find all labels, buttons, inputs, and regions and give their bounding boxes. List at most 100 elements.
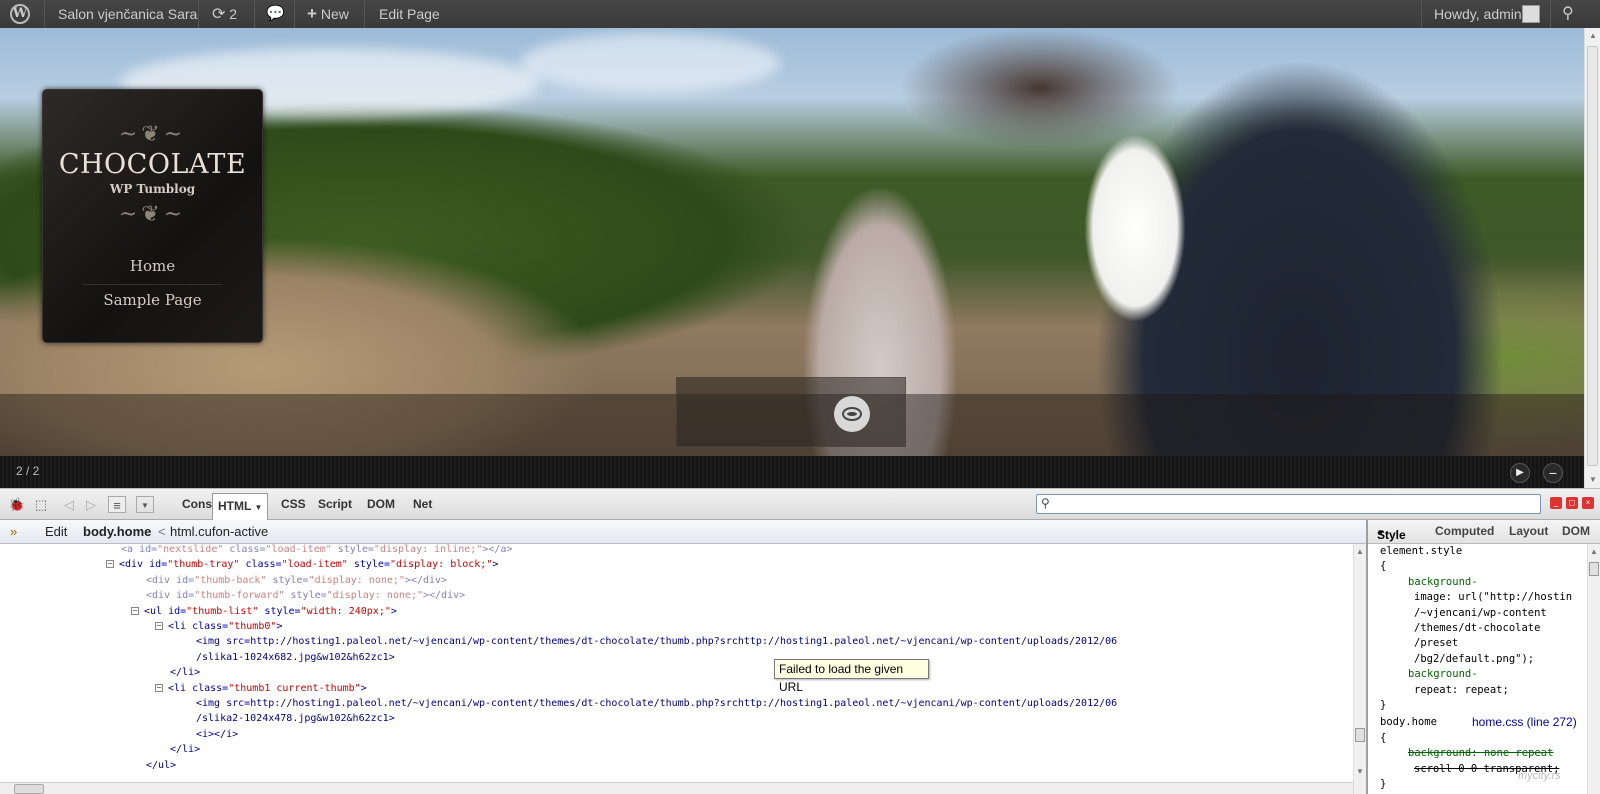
search-icon[interactable]: ⚲ — [1562, 0, 1574, 28]
html-node-text: <div id="thumb-forward" style="display: … — [146, 590, 466, 602]
style-rule-line[interactable]: background: none repeat — [1408, 747, 1553, 759]
back-icon[interactable]: ◁ — [60, 496, 78, 513]
nav-sample-page[interactable]: Sample Page — [43, 291, 262, 309]
tab-computed[interactable]: Computed — [1435, 524, 1494, 538]
close-icon[interactable]: × — [1582, 497, 1594, 509]
html-node-text: /slika2-1024x478.jpg&w102&h62zc1> — [196, 713, 395, 725]
style-rule-line[interactable]: { — [1380, 560, 1386, 572]
thumbnail-tray[interactable] — [676, 377, 906, 447]
html-node-text: </li> — [170, 667, 201, 679]
style-scrollbar[interactable]: ▲ — [1587, 544, 1600, 794]
plus-icon: + — [307, 4, 317, 23]
breadcrumb: » Edit body.home < html.cufon-active — [0, 520, 1368, 544]
html-node-div[interactable]: − <div id="thumb-tray" class="load-item" … — [106, 557, 498, 572]
style-rule-line[interactable]: element.style — [1380, 545, 1462, 557]
collapse-icon[interactable]: − — [131, 606, 139, 615]
watermark: mycity.rs — [1518, 770, 1561, 782]
collapse-icon[interactable]: − — [155, 622, 163, 630]
html-node-li[interactable]: − <li class="thumb0"> — [155, 619, 282, 634]
edit-page-link[interactable]: Edit Page — [379, 0, 440, 28]
html-tree[interactable]: <a id="nextslide" class="load-item" styl… — [0, 544, 1353, 782]
style-source-link[interactable]: home.css (line 272) — [1472, 715, 1577, 729]
comments-icon[interactable]: 💬 — [266, 0, 285, 28]
nav-home[interactable]: Home — [43, 257, 262, 275]
tab-dom[interactable]: DOM — [362, 489, 400, 519]
html-scrollbar[interactable]: ▲ ▼ — [1353, 544, 1366, 794]
html-node-li[interactable]: </li> — [170, 665, 200, 680]
firebug-icon[interactable]: 🐞 — [8, 496, 26, 513]
wordpress-logo-icon[interactable]: W — [10, 4, 30, 24]
html-node-li[interactable]: </li> — [170, 742, 200, 757]
html-node-text: <i></i> — [196, 728, 239, 740]
tab-net[interactable]: Net — [408, 489, 437, 519]
style-rule-line[interactable]: body.home — [1380, 716, 1437, 728]
tab-css[interactable]: CSS — [276, 489, 311, 519]
tab-html[interactable]: HTML ▼ — [212, 493, 269, 520]
style-rule-line[interactable]: background- — [1408, 576, 1478, 588]
dropdown-icon[interactable]: ▼ — [136, 496, 154, 513]
ornament-bottom-icon: ~❦~ — [118, 202, 187, 227]
edit-button[interactable]: Edit — [45, 524, 67, 539]
tab-script[interactable]: Script — [313, 489, 357, 519]
side-panel-tabs: Style ▼ Computed Layout DOM — [1368, 520, 1600, 544]
search-input[interactable]: ⚲ — [1036, 494, 1541, 514]
style-rule-line[interactable]: { — [1380, 732, 1386, 744]
style-rule-line[interactable]: } — [1380, 778, 1386, 790]
breadcrumb-current[interactable]: body.home — [83, 524, 151, 539]
forward-icon[interactable]: ▷ — [82, 496, 100, 513]
refresh-icon: ⟳ — [212, 6, 226, 23]
html-node-img[interactable]: /slika1-1024x682.jpg&w102&h62zc1> — [196, 650, 395, 665]
html-node-img[interactable]: <img src=http://hosting1.paleol.net/~vje… — [196, 696, 1117, 711]
html-node-text: <ul id="thumb-list" style="width: 240px;… — [144, 605, 397, 617]
play-icon[interactable]: ▶ — [1510, 463, 1530, 483]
minimize-icon[interactable]: − — [1543, 463, 1563, 483]
html-node-i[interactable]: <i></i> — [196, 727, 238, 742]
html-node-ul[interactable]: </ul> — [146, 758, 176, 773]
detach-window-icon[interactable]: ◻ — [1566, 497, 1578, 509]
style-panel[interactable]: element.style { background-image: url("htt… — [1368, 544, 1587, 794]
ornament-top-icon: ~❦~ — [118, 122, 187, 147]
avatar[interactable] — [1522, 5, 1540, 23]
style-rule-line[interactable]: repeat: repeat; — [1414, 684, 1509, 696]
slideshow-controls: 2 / 2 ▶ − — [0, 456, 1584, 488]
eye-icon[interactable] — [834, 396, 870, 432]
breadcrumb-parent[interactable]: html.cufon-active — [170, 524, 268, 539]
expand-icon[interactable]: » — [10, 524, 17, 539]
minimize-window-icon[interactable]: _ — [1550, 497, 1562, 509]
account-greeting[interactable]: Howdy, admin — [1434, 0, 1522, 28]
tab-layout[interactable]: Layout — [1509, 524, 1548, 538]
page-scrollbar[interactable]: ▲ ▼ — [1584, 28, 1600, 488]
html-node-img[interactable]: /slika2-1024x478.jpg&w102&h62zc1> — [196, 711, 395, 726]
html-node-text: <a id="nextslide" class="load-item" styl… — [121, 544, 513, 555]
html-node-img[interactable]: <img src=http://hosting1.paleol.net/~vje… — [196, 634, 1117, 649]
style-rule-line[interactable]: } — [1380, 699, 1386, 711]
html-node-li[interactable]: − <li class="thumb1 current-thumb"> — [155, 681, 367, 696]
updates-link[interactable]: ⟳ 2 — [212, 0, 237, 28]
collapse-icon[interactable]: − — [106, 560, 114, 569]
style-rule-line[interactable]: /~vjencani/wp-content — [1414, 607, 1547, 619]
html-node-a[interactable]: <a id="nextslide" class="load-item" styl… — [121, 544, 512, 557]
collapse-icon[interactable]: − — [155, 683, 163, 692]
theme-subtitle: WP Tumblog — [109, 182, 196, 196]
breadcrumb-separator: < — [158, 524, 166, 539]
style-rule-line[interactable]: /preset — [1414, 637, 1458, 649]
new-label: New — [320, 6, 349, 22]
style-rule-line[interactable]: /themes/dt-chocolate — [1414, 622, 1540, 634]
html-node-div[interactable]: <div id="thumb-back" style="display: non… — [146, 573, 447, 588]
theme-title[interactable]: CHOCOLATE — [43, 149, 262, 180]
tab-dom-side[interactable]: DOM — [1562, 524, 1590, 538]
admin-bar: W Salon vjenčanica Sara ⟳ 2 💬 + New Edit… — [0, 0, 1600, 28]
slide-counter: 2 / 2 — [16, 464, 40, 478]
new-content-link[interactable]: + New — [307, 0, 349, 28]
style-rule-line[interactable]: background- — [1408, 668, 1478, 680]
firebug-toolbar: 🐞 ⬚ ◁ ▷ ≡ ▼ Console HTML ▼ CSS Script DO… — [0, 488, 1600, 520]
inspect-icon[interactable]: ⬚ — [32, 496, 50, 513]
html-node-div[interactable]: <div id="thumb-forward" style="display: … — [146, 588, 465, 603]
style-rule-line[interactable]: image: url("http://hostin — [1414, 591, 1572, 603]
menu-icon[interactable]: ≡ — [108, 496, 126, 513]
style-rule-line[interactable]: /bg2/default.png"); — [1414, 653, 1534, 665]
chevron-down-icon: ▼ — [254, 503, 263, 512]
html-node-ul[interactable]: − <ul id="thumb-list" style="width: 240px… — [131, 604, 397, 619]
html-horizontal-scrollbar[interactable] — [0, 782, 1353, 794]
site-name-link[interactable]: Salon vjenčanica Sara — [58, 0, 197, 28]
